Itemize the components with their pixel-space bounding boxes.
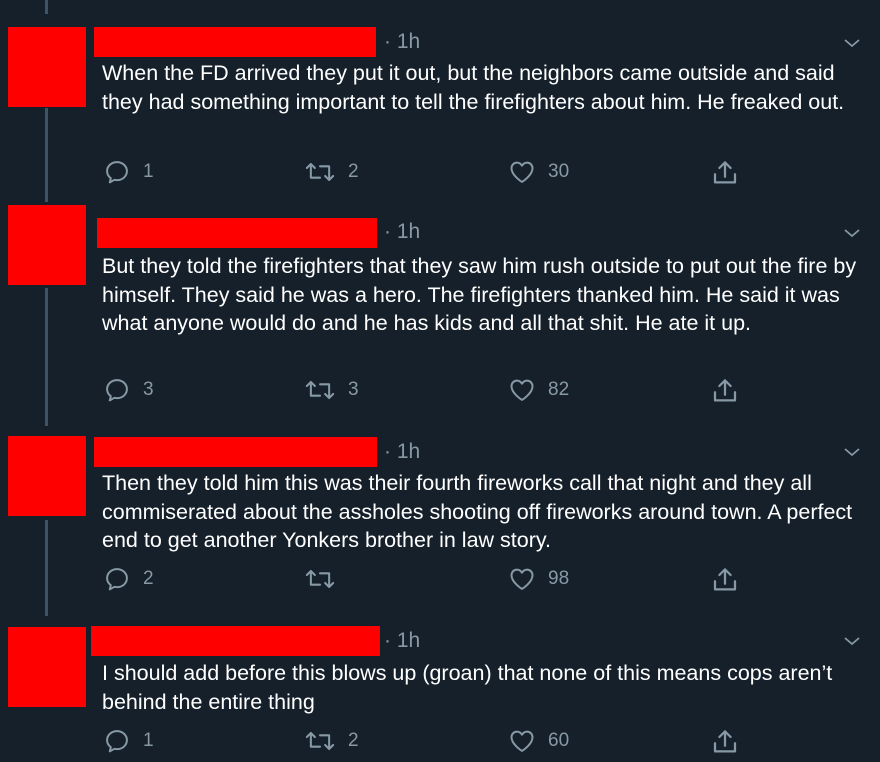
reply-icon — [106, 568, 128, 591]
tweet-actions: 3 3 82 — [0, 376, 880, 406]
chevron-down-icon[interactable] — [842, 442, 862, 462]
redacted-username[interactable] — [97, 218, 377, 248]
chevron-down-icon[interactable] — [842, 33, 862, 53]
reply-button[interactable]: 1 — [103, 727, 154, 755]
chevron-down-icon[interactable] — [842, 631, 862, 651]
retweet-count: 2 — [348, 730, 359, 751]
reply-icon — [106, 379, 128, 402]
tweet-text: I should add before this blows up (groan… — [102, 661, 833, 714]
retweet-icon — [305, 569, 335, 589]
redacted-username[interactable] — [94, 27, 376, 57]
timestamp[interactable]: · 1h — [384, 30, 420, 54]
retweet-icon — [305, 731, 335, 751]
tweet-actions: 1 2 30 — [0, 158, 880, 188]
like-count: 30 — [548, 161, 570, 182]
reply-icon — [106, 730, 128, 753]
heart-icon — [510, 161, 534, 183]
tweet-text: Then they told him this was their fourth… — [102, 471, 853, 552]
reply-count: 1 — [143, 730, 154, 751]
like-count: 82 — [548, 379, 570, 400]
reply-button[interactable]: 2 — [103, 565, 154, 593]
retweet-icon — [305, 380, 335, 400]
like-button[interactable]: 30 — [508, 158, 569, 186]
reply-icon — [106, 161, 128, 184]
tweet-actions: 2 98 — [0, 565, 880, 595]
share-button[interactable] — [710, 376, 740, 406]
tweet-text: But they told the firefighters that they… — [102, 254, 857, 335]
retweet-button[interactable]: 2 — [304, 158, 359, 186]
tweet[interactable]: · 1h Then they told him this was their f… — [0, 418, 880, 610]
reply-button[interactable]: 3 — [103, 376, 154, 404]
retweet-count: 3 — [348, 379, 359, 400]
retweet-button[interactable]: 3 — [304, 376, 359, 404]
tweet[interactable]: · 1h I should add before this blows up (… — [0, 610, 880, 762]
timestamp[interactable]: · 1h — [384, 220, 420, 244]
timestamp[interactable]: · 1h — [384, 440, 420, 464]
like-button[interactable]: 98 — [508, 565, 569, 593]
avatar[interactable] — [8, 436, 86, 516]
share-icon — [713, 730, 737, 753]
heart-icon — [510, 379, 534, 401]
tweet-actions: 1 2 60 — [0, 727, 880, 757]
redacted-username[interactable] — [91, 626, 380, 656]
retweet-button[interactable]: 2 — [304, 727, 359, 755]
timestamp[interactable]: · 1h — [384, 629, 420, 653]
share-icon — [713, 161, 737, 184]
avatar[interactable] — [8, 27, 86, 107]
chevron-down-icon[interactable] — [842, 223, 862, 243]
like-button[interactable]: 60 — [508, 727, 569, 755]
retweet-icon — [305, 162, 335, 182]
tweet[interactable]: · 1h But they told the firefighters that… — [0, 200, 880, 418]
share-button[interactable] — [710, 727, 740, 757]
redacted-username[interactable] — [94, 437, 377, 467]
retweet-button[interactable] — [304, 565, 348, 593]
share-button[interactable] — [710, 565, 740, 595]
avatar[interactable] — [8, 627, 86, 707]
reply-count: 2 — [143, 568, 154, 589]
retweet-count: 2 — [348, 161, 359, 182]
heart-icon — [510, 568, 534, 590]
like-button[interactable]: 82 — [508, 376, 569, 404]
share-icon — [713, 379, 737, 402]
heart-icon — [510, 730, 534, 752]
avatar[interactable] — [8, 205, 86, 285]
share-button[interactable] — [710, 158, 740, 188]
reply-button[interactable]: 1 — [103, 158, 154, 186]
reply-count: 1 — [143, 161, 154, 182]
reply-count: 3 — [143, 379, 154, 400]
like-count: 98 — [548, 568, 570, 589]
tweet-text: When the FD arrived they put it out, but… — [102, 61, 845, 114]
like-count: 60 — [548, 730, 570, 751]
tweet[interactable]: · 1h When the FD arrived they put it out… — [0, 0, 880, 200]
share-icon — [713, 568, 737, 591]
